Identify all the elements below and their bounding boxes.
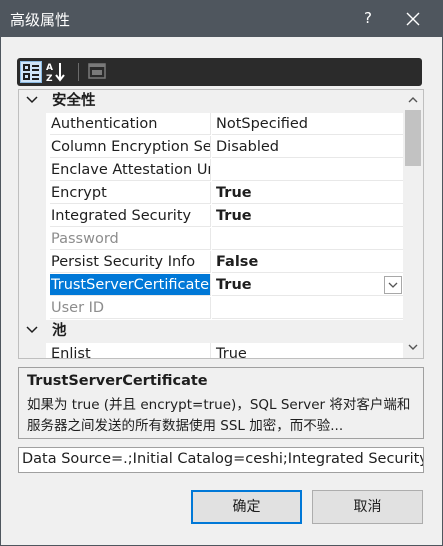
category-pooling[interactable]: 池 (19, 320, 404, 343)
property-row-encrypt[interactable]: Encrypt True (19, 182, 404, 205)
toolbar-separator (78, 63, 79, 81)
chevron-down-icon (26, 326, 38, 334)
title-bar: 高级属性 ? (0, 0, 443, 37)
property-name: Encrypt (50, 182, 211, 204)
ok-button[interactable]: 确定 (191, 490, 302, 524)
chevron-down-icon (388, 282, 398, 288)
property-row-integrated-security[interactable]: Integrated Security True (19, 205, 404, 228)
property-name: Enlist (50, 343, 211, 358)
description-panel: TrustServerCertificate 如果为 true (并且 encr… (18, 367, 424, 439)
property-row-persist-security-info[interactable]: Persist Security Info False (19, 251, 404, 274)
svg-text:Z: Z (46, 74, 53, 83)
categorized-button[interactable] (20, 61, 42, 83)
chevron-down-icon (26, 96, 38, 104)
property-row-enclave-attestation[interactable]: Enclave Attestation Ur (19, 159, 404, 182)
property-row-user-id[interactable]: User ID (19, 297, 404, 320)
property-value[interactable]: Disabled (212, 136, 404, 158)
property-value[interactable] (212, 297, 404, 319)
cancel-button[interactable]: 取消 (312, 490, 423, 524)
property-value[interactable]: NotSpecified (212, 113, 404, 135)
category-label: 池 (52, 323, 67, 339)
description-title: TrustServerCertificate (27, 373, 208, 389)
property-name: TrustServerCertificate (50, 274, 211, 296)
close-button[interactable] (390, 0, 436, 37)
categorized-icon (23, 64, 39, 80)
property-grid: 安全性 Authentication NotSpecified Column E… (18, 89, 424, 359)
alphabetical-icon: A Z (46, 63, 65, 84)
property-pages-button[interactable] (87, 61, 109, 83)
property-grid-toolbar: A Z (17, 58, 422, 86)
property-row-enlist[interactable]: Enlist True (19, 343, 404, 358)
close-icon (406, 12, 420, 26)
help-button[interactable]: ? (345, 0, 391, 37)
property-value[interactable] (212, 228, 404, 250)
property-name: Enclave Attestation Ur (50, 159, 211, 181)
category-label: 安全性 (52, 93, 96, 109)
scroll-up-icon[interactable] (408, 96, 418, 103)
property-name: Authentication (50, 113, 211, 135)
svg-text:A: A (46, 63, 53, 73)
connection-string-field[interactable]: Data Source=.;Initial Catalog=ceshi;Inte… (18, 447, 424, 473)
connection-string-text: Data Source=.;Initial Catalog=ceshi;Inte… (22, 451, 424, 467)
scrollbar-thumb[interactable] (405, 110, 421, 166)
property-value[interactable]: True (212, 274, 404, 296)
property-row-password[interactable]: Password (19, 228, 404, 251)
property-name: Column Encryption Se (50, 136, 211, 158)
vertical-scrollbar[interactable] (403, 90, 423, 358)
property-value[interactable]: True (212, 343, 404, 358)
property-value[interactable]: True (212, 205, 404, 227)
alphabetical-button[interactable]: A Z (45, 61, 67, 84)
property-row-authentication[interactable]: Authentication NotSpecified (19, 113, 404, 136)
property-value[interactable]: False (212, 251, 404, 273)
property-row-column-encryption[interactable]: Column Encryption Se Disabled (19, 136, 404, 159)
property-name: User ID (50, 297, 211, 319)
property-value[interactable]: True (212, 182, 404, 204)
description-text: 如果为 true (并且 encrypt=true)，SQL Server 将对… (27, 397, 411, 434)
property-name: Password (50, 228, 211, 250)
property-name: Integrated Security (50, 205, 211, 227)
category-security[interactable]: 安全性 (19, 90, 404, 113)
window-title: 高级属性 (10, 11, 71, 29)
property-name: Persist Security Info (50, 251, 211, 273)
property-pages-icon (88, 63, 106, 79)
scroll-down-icon[interactable] (408, 344, 418, 351)
property-row-trust-server-certificate[interactable]: TrustServerCertificate True (19, 274, 404, 297)
property-value[interactable] (212, 159, 404, 181)
value-dropdown-button[interactable] (384, 276, 402, 294)
